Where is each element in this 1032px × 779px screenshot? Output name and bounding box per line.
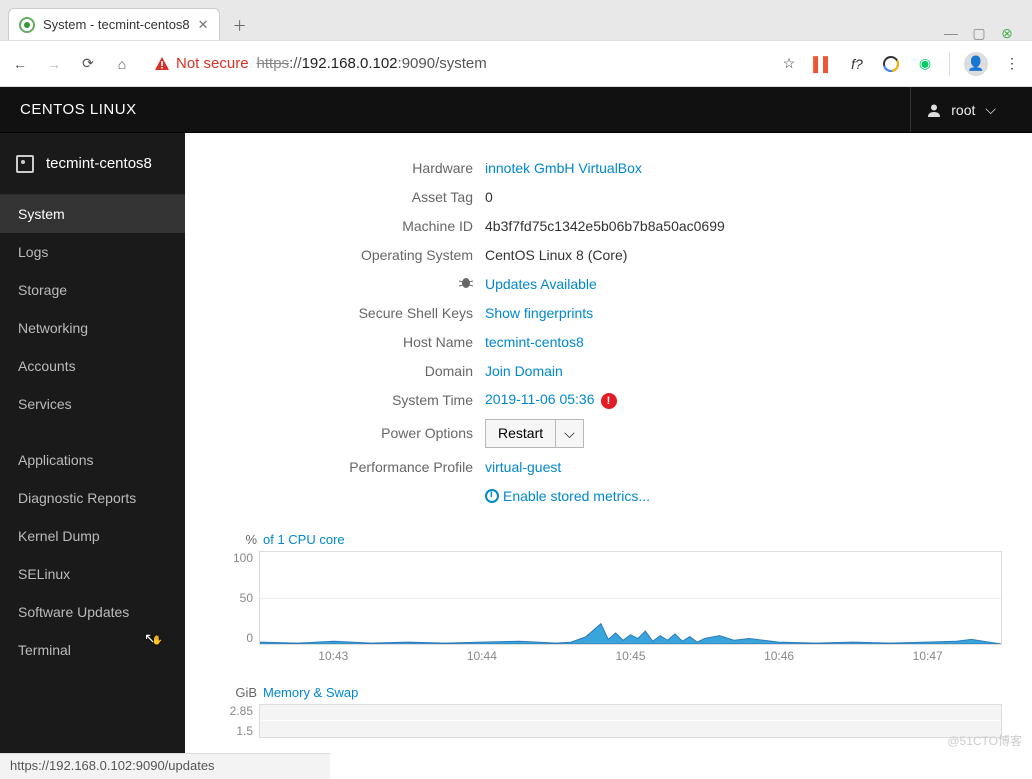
label-power: Power Options [215, 425, 485, 441]
tab-title: System - tecmint-centos8 [43, 17, 190, 32]
content: Hardwareinnotek GmbH VirtualBox Asset Ta… [185, 133, 1032, 753]
mem-y-axis: 2.851.5 [215, 704, 259, 738]
favicon-icon [19, 17, 35, 33]
mem-title[interactable]: Memory & Swap [263, 685, 358, 700]
sidebar-item-networking[interactable]: Networking [0, 309, 185, 347]
cpu-title[interactable]: of 1 CPU core [263, 532, 345, 547]
bug-icon [459, 275, 473, 289]
memory-chart: GiB Memory & Swap 2.851.5 [215, 685, 1002, 738]
value-asset-tag: 0 [485, 189, 493, 205]
user-name: root [951, 102, 975, 118]
grammarly-icon[interactable]: ◉ [915, 54, 935, 74]
toolbar-icons: ☆ ▌▌ f? ◉ 👤 ⋮ [779, 52, 1022, 76]
label-time: System Time [215, 392, 485, 408]
show-fingerprints-link[interactable]: Show fingerprints [485, 305, 593, 321]
sidebar-item-selinux[interactable]: SELinux [0, 555, 185, 593]
label-perf: Performance Profile [215, 459, 485, 475]
window-controls: — ▢ ⊗ [944, 26, 1024, 40]
cpu-plot[interactable] [259, 551, 1002, 645]
minimize-icon[interactable]: — [944, 26, 958, 40]
updates-available-link[interactable]: Updates Available [485, 276, 597, 292]
sidebar: tecmint-centos8 SystemLogsStorageNetwork… [0, 133, 185, 753]
forward-button[interactable]: → [44, 54, 64, 74]
mem-plot[interactable] [259, 704, 1002, 738]
sidebar-hostname: tecmint-centos8 [46, 155, 152, 172]
user-menu[interactable]: root ⌵ [910, 87, 1012, 132]
not-secure-badge[interactable]: Not secure [154, 55, 249, 72]
close-window-icon[interactable]: ⊗ [1000, 26, 1014, 40]
label-machine-id: Machine ID [215, 218, 485, 234]
sidebar-item-system[interactable]: System [0, 195, 185, 233]
flipboard-icon[interactable]: ▌▌ [813, 54, 833, 74]
browser-chrome: System - tecmint-centos8 ✕ ＋ — ▢ ⊗ ← → ⟳… [0, 0, 1032, 87]
reload-button[interactable]: ⟳ [78, 54, 98, 74]
system-info-table: Hardwareinnotek GmbH VirtualBox Asset Ta… [215, 153, 975, 510]
label-ssh: Secure Shell Keys [215, 305, 485, 321]
value-hostname[interactable]: tecmint-centos8 [485, 334, 584, 350]
star-icon[interactable]: ☆ [779, 54, 799, 74]
tab-close-icon[interactable]: ✕ [198, 17, 209, 33]
nav-bar: ← → ⟳ ⌂ Not secure https://192.168.0.102… [0, 40, 1032, 86]
label-hardware: Hardware [215, 160, 485, 176]
enable-metrics-link[interactable]: Enable stored metrics... [485, 488, 650, 504]
sidebar-item-storage[interactable]: Storage [0, 271, 185, 309]
user-icon [927, 103, 941, 117]
power-button-group: Restart ⌵ [485, 419, 584, 448]
sidebar-item-kernel-dump[interactable]: Kernel Dump [0, 517, 185, 555]
cpu-x-axis: 10:4310:4410:4510:4610:47 [259, 649, 1002, 663]
value-hardware[interactable]: innotek GmbH VirtualBox [485, 160, 642, 176]
cpu-y-axis: 100500 [215, 551, 259, 645]
brand-title: CENTOS LINUX [20, 101, 137, 118]
extension-circle-icon[interactable] [881, 54, 901, 74]
watermark: @51CTO博客 [947, 732, 1022, 749]
value-time[interactable]: 2019-11-06 05:36! [485, 391, 617, 409]
sidebar-item-terminal[interactable]: Terminal [0, 631, 185, 669]
maximize-icon[interactable]: ▢ [972, 26, 986, 40]
time-warning-icon: ! [601, 393, 617, 409]
cpu-unit: % [215, 532, 257, 547]
label-asset-tag: Asset Tag [215, 189, 485, 205]
label-hostname: Host Name [215, 334, 485, 350]
address-bar[interactable]: Not secure https://192.168.0.102:9090/sy… [146, 48, 765, 80]
mem-unit: GiB [215, 685, 257, 700]
warning-icon [154, 56, 170, 72]
sidebar-host[interactable]: tecmint-centos8 [0, 133, 185, 195]
browser-menu-icon[interactable]: ⋮ [1002, 54, 1022, 74]
back-button[interactable]: ← [10, 54, 30, 74]
chevron-down-icon: ⌵ [985, 101, 996, 118]
sidebar-item-logs[interactable]: Logs [0, 233, 185, 271]
info-icon [485, 489, 499, 503]
sidebar-item-diagnostic-reports[interactable]: Diagnostic Reports [0, 479, 185, 517]
browser-tab[interactable]: System - tecmint-centos8 ✕ [8, 8, 220, 40]
sidebar-item-applications[interactable]: Applications [0, 441, 185, 479]
status-bar: https://192.168.0.102:9090/updates [0, 753, 330, 779]
app-header: CENTOS LINUX root ⌵ [0, 87, 1032, 133]
url-text: https://192.168.0.102:9090/system [257, 55, 487, 72]
cpu-chart: % of 1 CPU core 100500 10:4310:4410:4510:… [215, 532, 1002, 663]
server-icon [16, 155, 34, 173]
extension-f-icon[interactable]: f? [847, 54, 867, 74]
tab-strip: System - tecmint-centos8 ✕ ＋ — ▢ ⊗ [0, 0, 1032, 40]
value-os: CentOS Linux 8 (Core) [485, 247, 627, 263]
sidebar-item-software-updates[interactable]: Software Updates [0, 593, 185, 631]
home-button[interactable]: ⌂ [112, 54, 132, 74]
join-domain-link[interactable]: Join Domain [485, 363, 563, 379]
new-tab-button[interactable]: ＋ [226, 12, 254, 40]
value-perf[interactable]: virtual-guest [485, 459, 561, 475]
restart-button[interactable]: Restart [485, 419, 556, 448]
label-updates [215, 275, 485, 292]
power-dropdown-button[interactable]: ⌵ [556, 419, 584, 448]
value-machine-id: 4b3f7fd75c1342e5b06b7b8a50ac0699 [485, 218, 725, 234]
label-os: Operating System [215, 247, 485, 263]
profile-avatar[interactable]: 👤 [964, 52, 988, 76]
label-domain: Domain [215, 363, 485, 379]
sidebar-item-accounts[interactable]: Accounts [0, 347, 185, 385]
sidebar-item-services[interactable]: Services [0, 385, 185, 423]
